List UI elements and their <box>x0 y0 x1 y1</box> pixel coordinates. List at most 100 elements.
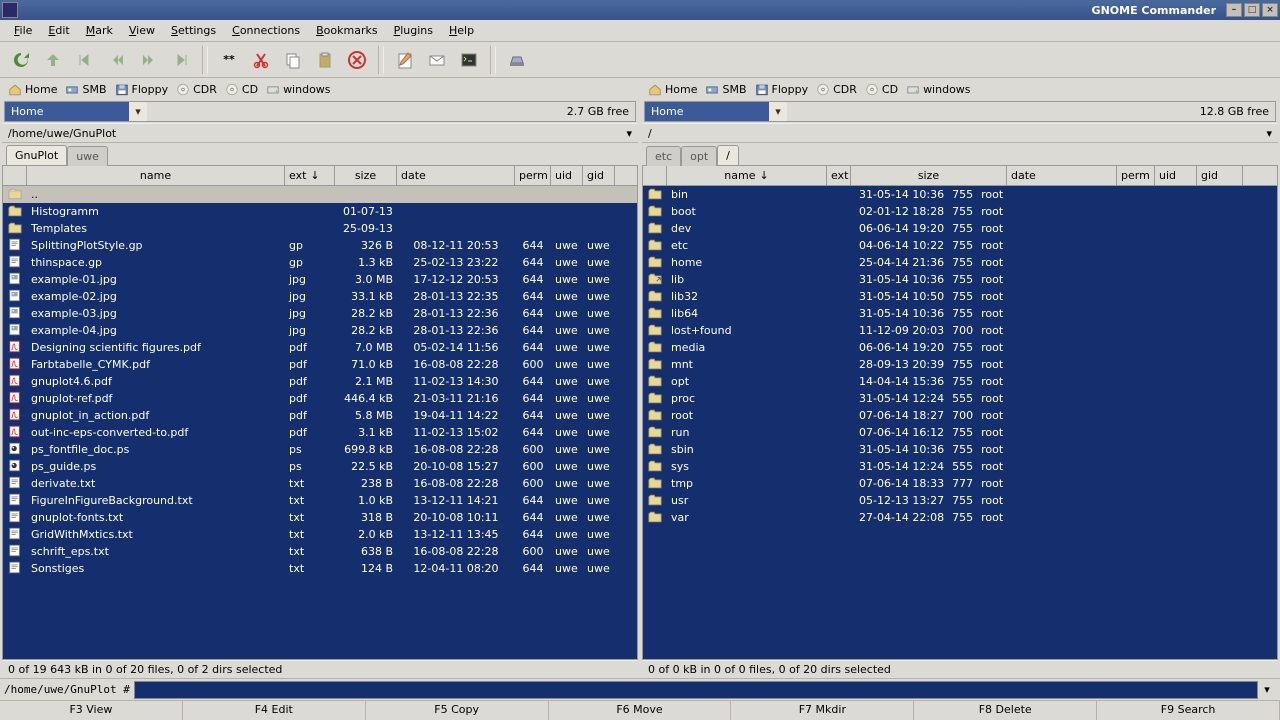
maximize-button[interactable]: □ <box>1244 3 1260 17</box>
file-row[interactable]: example-03.jpgjpg28.2 kB28-01-13 22:3664… <box>3 305 637 322</box>
file-row[interactable]: lib6431-05-14 10:36755rootroot <box>643 305 1277 322</box>
left-device-windows[interactable]: windows <box>262 79 334 99</box>
menu-mark[interactable]: Mark <box>78 22 121 39</box>
file-row[interactable]: GridWithMxtics.txttxt2.0 kB13-12-11 13:4… <box>3 526 637 543</box>
left-column-header-size[interactable]: size <box>335 166 397 185</box>
file-row[interactable]: example-01.jpgjpg3.0 MB17-12-12 20:53644… <box>3 271 637 288</box>
fnkey-f7[interactable]: F7 Mkdir <box>731 701 914 720</box>
file-row[interactable]: sys31-05-14 12:24555rootroot <box>643 458 1277 475</box>
file-row[interactable]: proc31-05-14 12:24555rootroot <box>643 390 1277 407</box>
delete-button[interactable] <box>342 45 372 75</box>
file-row[interactable]: .. <box>3 186 637 203</box>
chevron-down-icon[interactable]: ▾ <box>129 105 147 118</box>
right-column-header-date[interactable]: date <box>1007 166 1117 185</box>
right-tab-root[interactable]: / <box>717 145 739 165</box>
file-row[interactable]: gnuplot-fonts.txttxt318 B20-10-08 10:116… <box>3 509 637 526</box>
menu-plugins[interactable]: Plugins <box>386 22 441 39</box>
right-column-header-size[interactable]: size <box>851 166 1007 185</box>
left-device-home[interactable]: Home <box>4 79 61 99</box>
file-row[interactable]: out-inc-eps-converted-to.pdfpdf3.1 kB11-… <box>3 424 637 441</box>
file-row[interactable]: gnuplot_in_action.pdfpdf5.8 MB19-04-11 1… <box>3 407 637 424</box>
left-column-header-uid[interactable]: uid <box>551 166 583 185</box>
left-file-list-body[interactable]: ..Histogramm01-07-13 21:31755uweuweTempl… <box>3 186 637 659</box>
menu-view[interactable]: View <box>121 22 163 39</box>
remote-button[interactable] <box>502 45 532 75</box>
file-row[interactable]: gnuplot4.6.pdfpdf2.1 MB11-02-13 14:30644… <box>3 373 637 390</box>
left-column-header-gid[interactable]: gid <box>583 166 615 185</box>
file-row[interactable]: dev06-06-14 19:20755rootroot <box>643 220 1277 237</box>
refresh-button[interactable] <box>6 45 36 75</box>
file-row[interactable]: gnuplot-ref.pdfpdf446.4 kB21-03-11 21:16… <box>3 390 637 407</box>
chevron-down-icon[interactable]: ▾ <box>769 105 787 118</box>
right-column-header-uid[interactable]: uid <box>1155 166 1197 185</box>
file-row[interactable]: example-02.jpgjpg33.1 kB28-01-13 22:3564… <box>3 288 637 305</box>
copy-button[interactable] <box>278 45 308 75</box>
left-column-header-date[interactable]: date <box>397 166 515 185</box>
left-device-floppy[interactable]: Floppy <box>111 79 173 99</box>
cut-button[interactable] <box>246 45 276 75</box>
right-path[interactable]: / <box>648 127 1254 140</box>
menu-connections[interactable]: Connections <box>224 22 308 39</box>
file-row[interactable]: schrift_eps.txttxt638 B16-08-08 22:28600… <box>3 543 637 560</box>
file-row[interactable]: run07-06-14 16:12755rootroot <box>643 424 1277 441</box>
file-row[interactable]: root07-06-14 18:27700rootroot <box>643 407 1277 424</box>
file-row[interactable]: lib3231-05-14 10:50755rootroot <box>643 288 1277 305</box>
fnkey-f5[interactable]: F5 Copy <box>366 701 549 720</box>
edit-button[interactable] <box>390 45 420 75</box>
left-path[interactable]: /home/uwe/GnuPlot <box>8 127 614 140</box>
file-row[interactable]: SplittingPlotStyle.gpgp326 B08-12-11 20:… <box>3 237 637 254</box>
left-column-header-icon[interactable] <box>3 166 27 185</box>
back-button[interactable] <box>102 45 132 75</box>
right-device-home[interactable]: Home <box>644 79 701 99</box>
file-row[interactable]: derivate.txttxt238 B16-08-08 22:28600uwe… <box>3 475 637 492</box>
file-row[interactable]: usr05-12-13 13:27755rootroot <box>643 492 1277 509</box>
file-row[interactable]: example-04.jpgjpg28.2 kB28-01-13 22:3664… <box>3 322 637 339</box>
file-row[interactable]: tmp07-06-14 18:33777rootroot <box>643 475 1277 492</box>
file-row[interactable]: opt14-04-14 15:36755rootroot <box>643 373 1277 390</box>
fnkey-f8[interactable]: F8 Delete <box>914 701 1097 720</box>
right-drive-combo[interactable]: Home▾12.8 GB free <box>644 101 1276 122</box>
file-row[interactable]: FigureInFigureBackground.txttxt1.0 kB13-… <box>3 492 637 509</box>
right-file-list-body[interactable]: bin31-05-14 10:36755rootrootboot02-01-12… <box>643 186 1277 659</box>
right-device-smb[interactable]: SMB <box>701 79 750 99</box>
right-column-header-perm[interactable]: perm <box>1117 166 1155 185</box>
file-row[interactable]: lost+found11-12-09 20:03700rootroot <box>643 322 1277 339</box>
right-column-header-ext[interactable]: ext <box>827 166 851 185</box>
right-device-floppy[interactable]: Floppy <box>751 79 813 99</box>
right-device-cdr[interactable]: CDR <box>812 79 861 99</box>
left-device-cd[interactable]: CD <box>221 79 262 99</box>
file-row[interactable]: home25-04-14 21:36755rootroot <box>643 254 1277 271</box>
file-row[interactable]: Histogramm01-07-13 21:31755uweuwe <box>3 203 637 220</box>
menu-help[interactable]: Help <box>441 22 482 39</box>
command-history-dropdown[interactable]: ▾ <box>1258 683 1276 696</box>
fnkey-f6[interactable]: F6 Move <box>549 701 732 720</box>
menu-edit[interactable]: Edit <box>40 22 77 39</box>
right-path-history[interactable]: ▾ <box>1254 127 1272 140</box>
fnkey-f3[interactable]: F3 View <box>0 701 183 720</box>
mail-button[interactable] <box>422 45 452 75</box>
fnkey-f9[interactable]: F9 Search <box>1097 701 1280 720</box>
select-pattern-button[interactable]: ** <box>214 45 244 75</box>
file-row[interactable]: mnt28-09-13 20:39755rootroot <box>643 356 1277 373</box>
fnkey-f4[interactable]: F4 Edit <box>183 701 366 720</box>
forward-button[interactable] <box>134 45 164 75</box>
menu-bookmarks[interactable]: Bookmarks <box>308 22 385 39</box>
file-row[interactable]: bin31-05-14 10:36755rootroot <box>643 186 1277 203</box>
file-row[interactable]: boot02-01-12 18:28755rootroot <box>643 203 1277 220</box>
file-row[interactable]: Designing scientific figures.pdfpdf7.0 M… <box>3 339 637 356</box>
terminal-button[interactable] <box>454 45 484 75</box>
command-input[interactable] <box>134 681 1258 699</box>
paste-button[interactable] <box>310 45 340 75</box>
right-column-header-gid[interactable]: gid <box>1197 166 1243 185</box>
right-tab-opt[interactable]: opt <box>681 146 717 166</box>
left-tab-uwe[interactable]: uwe <box>67 146 108 166</box>
menu-file[interactable]: File <box>6 22 40 39</box>
file-row[interactable]: media06-06-14 19:20755rootroot <box>643 339 1277 356</box>
file-row[interactable]: ps_fontfile_doc.psps699.8 kB16-08-08 22:… <box>3 441 637 458</box>
left-path-history[interactable]: ▾ <box>614 127 632 140</box>
left-device-smb[interactable]: SMB <box>61 79 110 99</box>
left-column-header-perm[interactable]: perm <box>515 166 551 185</box>
left-tab-GnuPlot[interactable]: GnuPlot <box>6 145 67 165</box>
right-column-header-name[interactable]: name <box>667 166 827 185</box>
left-column-header-name[interactable]: name <box>27 166 285 185</box>
